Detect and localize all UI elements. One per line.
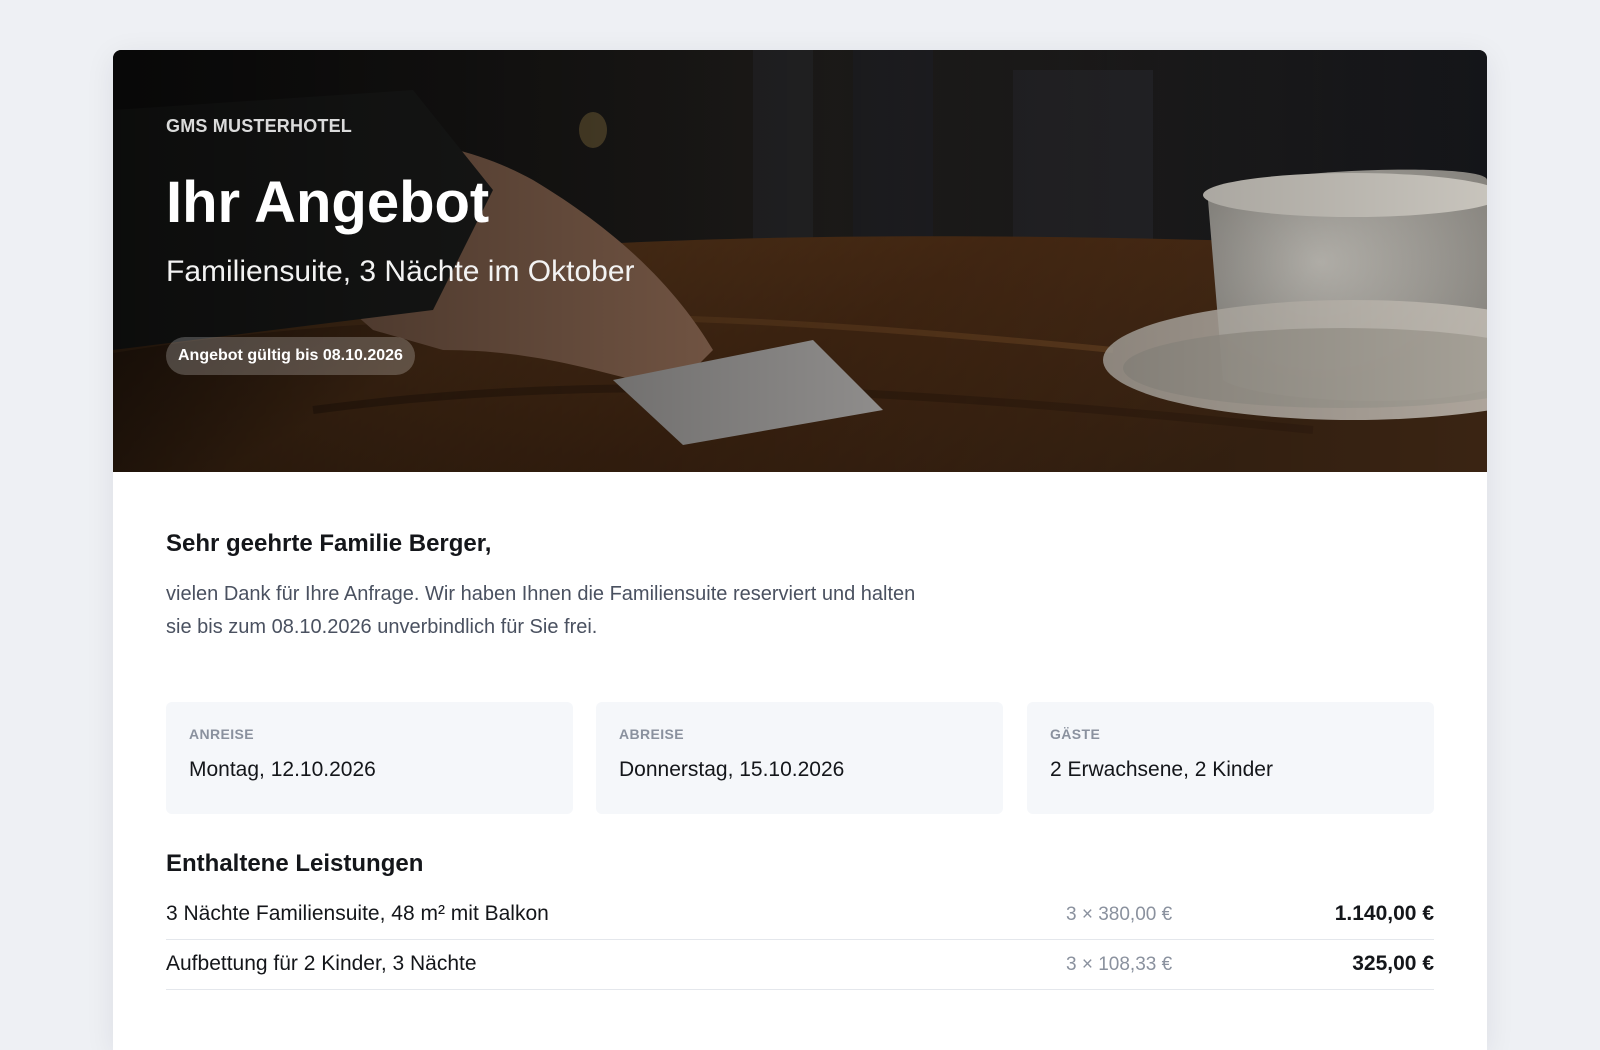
service-description: 3 Nächte Familiensuite, 48 m² mit Balkon: [166, 902, 549, 925]
departure-label: ABREISE: [619, 726, 685, 742]
service-calculation: 3 × 108,33 €: [1066, 954, 1173, 975]
greeting: Sehr geehrte Familie Berger,: [166, 530, 492, 557]
service-total: 325,00 €: [1352, 952, 1434, 975]
service-calculation: 3 × 380,00 €: [1066, 904, 1173, 925]
validity-badge: Angebot gültig bis 08.10.2026: [166, 337, 415, 375]
offer-card: GMS MUSTERHOTEL Ihr Angebot Familiensuit…: [113, 50, 1487, 1050]
stay-details: ANREISE Montag, 12.10.2026 ABREISE Donne…: [166, 702, 1434, 814]
departure-card: ABREISE Donnerstag, 15.10.2026: [596, 702, 1003, 814]
hero-banner: GMS MUSTERHOTEL Ihr Angebot Familiensuit…: [113, 50, 1487, 472]
arrival-card: ANREISE Montag, 12.10.2026: [166, 702, 573, 814]
hotel-name: GMS MUSTERHOTEL: [166, 116, 352, 136]
offer-subtitle: Familiensuite, 3 Nächte im Oktober: [166, 255, 635, 288]
page-title: Ihr Angebot: [166, 170, 490, 235]
service-total: 1.140,00 €: [1334, 902, 1434, 925]
service-row: Aufbettung für 2 Kinder, 3 Nächte 3 × 10…: [166, 940, 1434, 990]
arrival-value: Montag, 12.10.2026: [189, 758, 376, 781]
arrival-label: ANREISE: [189, 726, 255, 742]
guests-card: GÄSTE 2 Erwachsene, 2 Kinder: [1027, 702, 1434, 814]
intro-text: vielen Dank für Ihre Anfrage. Wir haben …: [166, 583, 916, 638]
services-title: Enthaltene Leistungen: [166, 850, 424, 877]
service-description: Aufbettung für 2 Kinder, 3 Nächte: [166, 952, 477, 975]
guests-label: GÄSTE: [1050, 726, 1101, 742]
departure-value: Donnerstag, 15.10.2026: [619, 758, 845, 781]
service-row: 3 Nächte Familiensuite, 48 m² mit Balkon…: [166, 890, 1434, 940]
guests-value: 2 Erwachsene, 2 Kinder: [1050, 758, 1273, 781]
